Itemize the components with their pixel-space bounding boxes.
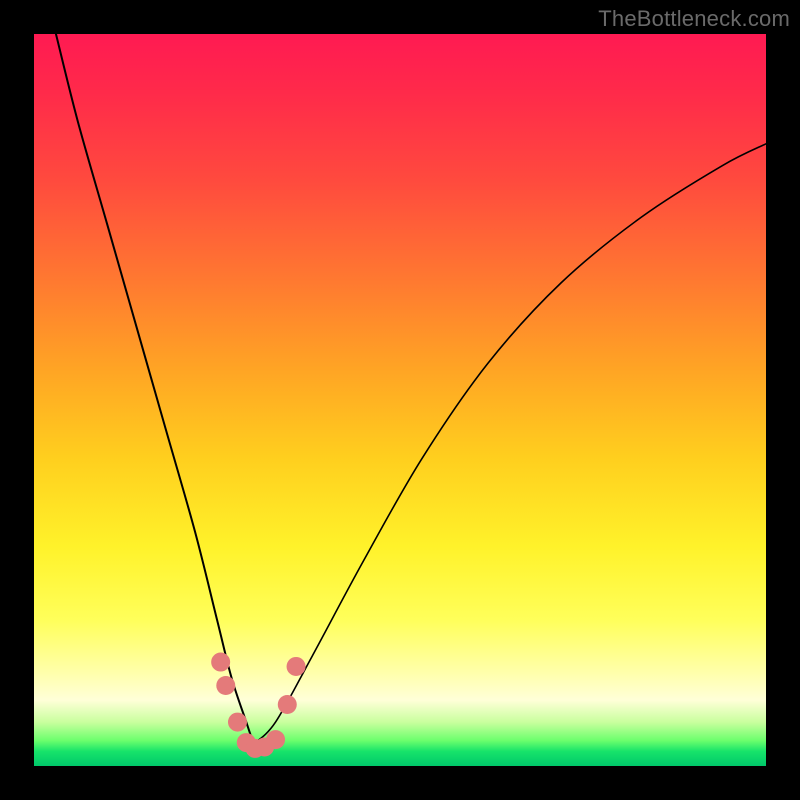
- marker-dot: [228, 713, 247, 732]
- highlight-markers: [211, 653, 305, 758]
- marker-dot: [216, 676, 235, 695]
- plot-area: [34, 34, 766, 766]
- marker-dot: [266, 730, 285, 749]
- bottleneck-curve: [56, 34, 766, 744]
- marker-dot: [278, 695, 297, 714]
- marker-dot: [287, 657, 306, 676]
- marker-dot: [211, 653, 230, 672]
- watermark-text: TheBottleneck.com: [598, 6, 790, 32]
- curve-right-branch: [254, 144, 766, 744]
- curves-svg: [34, 34, 766, 766]
- curve-left-branch: [56, 34, 254, 744]
- chart-frame: TheBottleneck.com: [0, 0, 800, 800]
